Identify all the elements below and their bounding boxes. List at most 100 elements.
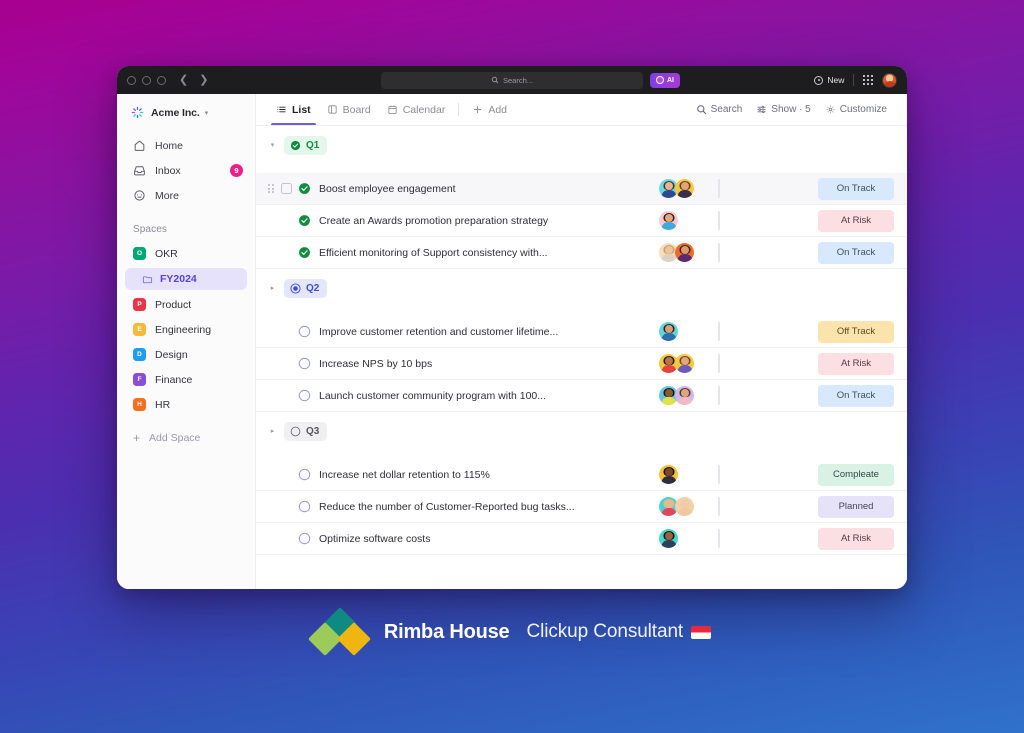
status-cell[interactable]: At Risk [818, 209, 894, 232]
avatar[interactable] [675, 243, 694, 262]
sidebar-item-more[interactable]: More [117, 183, 255, 208]
avatar[interactable] [675, 354, 694, 373]
task-status-icon[interactable] [298, 389, 311, 402]
assignee-group[interactable] [656, 529, 718, 548]
table-row[interactable]: Reduce the number of Customer-Reported b… [256, 491, 907, 523]
search-button[interactable]: Search [689, 104, 750, 115]
assignee-group[interactable] [656, 386, 718, 405]
customize-button[interactable]: Customize [818, 104, 894, 115]
sidebar-item-design[interactable]: D Design [117, 342, 255, 367]
tab-calendar[interactable]: Calendar [379, 94, 454, 125]
tab-board[interactable]: Board [319, 94, 379, 125]
status-cell[interactable]: On Track [818, 384, 894, 407]
assignee-group[interactable] [656, 243, 718, 262]
progress-cell[interactable] [718, 385, 818, 405]
task-status-icon[interactable] [298, 325, 311, 338]
progress-cell[interactable] [718, 496, 818, 516]
avatar[interactable] [675, 497, 694, 516]
table-row[interactable]: Create an Awards promotion preparation s… [256, 205, 907, 237]
tab-list[interactable]: List [268, 94, 319, 125]
history-nav[interactable]: ❮ ❯ [179, 74, 208, 86]
space-label: HR [155, 398, 171, 411]
status-cell[interactable]: At Risk [818, 527, 894, 550]
assignee-group[interactable] [656, 465, 718, 484]
progress-cell[interactable] [718, 353, 818, 373]
new-button[interactable]: New [814, 75, 844, 85]
avatar[interactable] [675, 386, 694, 405]
status-cell[interactable]: On Track [818, 241, 894, 264]
status-cell[interactable]: Compleate [818, 463, 894, 486]
avatar[interactable] [659, 465, 678, 484]
status-cell[interactable]: Planned [818, 495, 894, 518]
table-row[interactable]: Improve customer retention and customer … [256, 316, 907, 348]
avatar[interactable] [882, 72, 897, 88]
space-initial-badge: D [133, 348, 146, 361]
status-cell[interactable]: At Risk [818, 352, 894, 375]
progress-cell[interactable] [718, 210, 818, 230]
space-initial-badge: H [133, 398, 146, 411]
progress-cell[interactable] [718, 178, 818, 198]
maximize-icon[interactable] [157, 75, 166, 85]
global-search[interactable]: Search... [381, 71, 643, 89]
avatar[interactable] [659, 529, 678, 548]
grid-icon[interactable] [863, 75, 873, 85]
progress-cell[interactable] [718, 464, 818, 484]
task-status-icon[interactable] [298, 214, 311, 227]
spaces-section-label: Spaces [133, 224, 167, 235]
drag-handle-icon[interactable] [268, 183, 277, 194]
sidebar-item-home[interactable]: Home [117, 133, 255, 158]
close-icon[interactable] [127, 75, 136, 85]
sidebar-item-product[interactable]: P Product [117, 292, 255, 317]
table-row[interactable]: Boost employee engagement On Track [256, 173, 907, 205]
group-header-q3[interactable]: ▸ Q3 [256, 412, 907, 450]
table-row[interactable]: Efficient monitoring of Support consiste… [256, 237, 907, 269]
add-view-button[interactable]: Add [464, 94, 515, 125]
group-header-q1[interactable]: ▾ Q1 [256, 126, 907, 164]
sidebar-item-finance[interactable]: F Finance [117, 367, 255, 392]
sidebar-item-inbox[interactable]: Inbox 9 [117, 158, 255, 183]
sidebar-item-okr[interactable]: O OKR [117, 241, 255, 266]
minimize-icon[interactable] [142, 75, 151, 85]
forward-icon[interactable]: ❯ [199, 74, 208, 86]
avatar[interactable] [675, 179, 694, 198]
table-row[interactable]: Optimize software costs At Risk [256, 523, 907, 555]
table-row[interactable]: Increase NPS by 10 bps At Risk [256, 348, 907, 380]
task-status-icon[interactable] [298, 500, 311, 513]
caret-right-icon[interactable]: ▸ [268, 284, 277, 292]
table-row[interactable]: Increase net dollar retention to 115% Com… [256, 459, 907, 491]
task-status-icon[interactable] [298, 357, 311, 370]
caret-right-icon[interactable]: ▸ [268, 427, 277, 435]
task-status-icon[interactable] [298, 182, 311, 195]
task-status-icon[interactable] [298, 246, 311, 259]
table-row[interactable]: Launch customer community program with 1… [256, 380, 907, 412]
row-checkbox[interactable] [281, 183, 292, 194]
assignee-group[interactable] [656, 354, 718, 373]
progress-cell[interactable] [718, 321, 818, 341]
group-header-q2[interactable]: ▸ Q2 [256, 269, 907, 307]
avatar[interactable] [659, 322, 678, 341]
status-cell[interactable]: Off Track [818, 320, 894, 343]
assignee-group[interactable] [656, 179, 718, 198]
sidebar-item-fy2024[interactable]: FY2024 [125, 268, 247, 290]
add-space-button[interactable]: + Add Space [117, 425, 255, 450]
ai-button[interactable]: AI [650, 72, 680, 88]
show-button[interactable]: Show · 5 [749, 104, 817, 115]
assignee-group[interactable] [656, 211, 718, 230]
status-cell[interactable]: On Track [818, 177, 894, 200]
progress-cell[interactable] [718, 528, 818, 548]
rimba-house-logo-icon [307, 607, 371, 656]
assignee-group[interactable] [656, 322, 718, 341]
status-badge: On Track [818, 177, 894, 200]
assignee-group[interactable] [656, 497, 718, 516]
task-status-icon[interactable] [298, 532, 311, 545]
avatar[interactable] [659, 211, 678, 230]
progress-cell[interactable] [718, 242, 818, 262]
task-status-icon[interactable] [298, 468, 311, 481]
window-controls[interactable] [127, 75, 166, 85]
sidebar-item-engineering[interactable]: E Engineering [117, 317, 255, 342]
workspace-switcher[interactable]: Acme Inc. ▾ [117, 104, 255, 133]
back-icon[interactable]: ❮ [179, 74, 188, 86]
sidebar-item-hr[interactable]: H HR [117, 392, 255, 417]
caret-down-icon[interactable]: ▾ [268, 141, 277, 149]
